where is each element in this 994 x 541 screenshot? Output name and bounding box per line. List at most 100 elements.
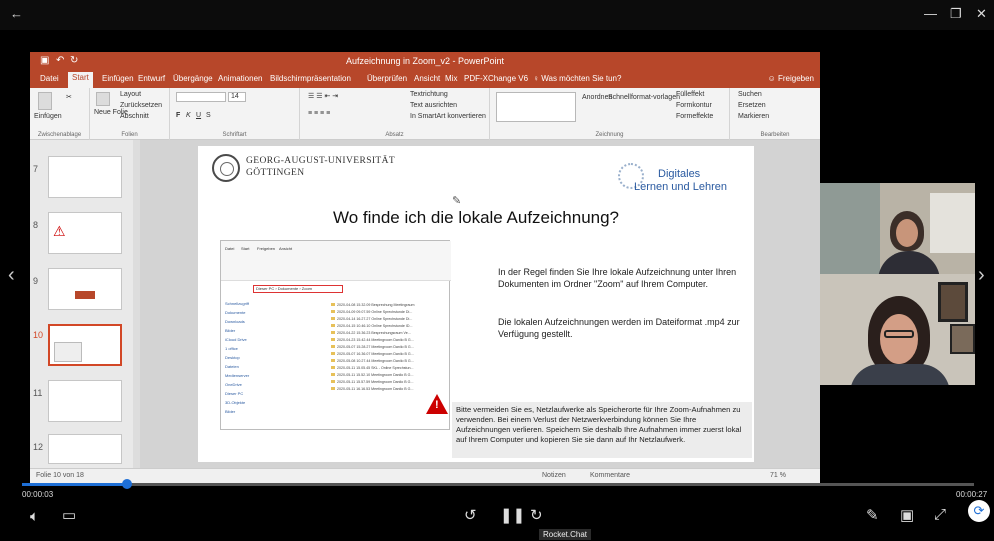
info-paragraph-2: Die lokalen Aufzeichnungen werden im Dat… xyxy=(498,317,740,339)
explorer-tab: Start xyxy=(241,246,250,251)
font-size-value: 14 xyxy=(231,93,239,100)
replace-label: Ersetzen xyxy=(738,102,766,109)
shape-outline-label: Formkontur xyxy=(676,102,712,109)
window-titlebar: ← — ❐ ✕ xyxy=(0,0,994,30)
pause-icon[interactable]: ❚❚ xyxy=(500,506,525,524)
slide-thumbnails: 7 8 ⚠ 9 10 11 12 xyxy=(30,140,140,468)
tooltip-rocketchat: Rocket.Chat xyxy=(539,529,592,540)
group-clipboard: Einfügen ✂ Zwischenablage xyxy=(30,88,90,140)
thumb-graphic xyxy=(54,342,82,362)
explorer-file-row: 2020-05-07 15.28.27 Meetingroom Danilo B… xyxy=(331,345,449,350)
explorer-tab: Freigeben xyxy=(257,246,276,251)
volume-icon[interactable]: 🔈︎ xyxy=(30,508,39,525)
slide-thumbnail: ⚠ xyxy=(48,212,122,254)
explorer-nav-item: Dokumente xyxy=(225,310,246,315)
wall-picture xyxy=(950,324,975,354)
explorer-nav-item: OneDrive xyxy=(225,382,242,387)
subtitles-icon[interactable]: ▭ xyxy=(62,506,76,524)
slide-canvas: GEORG-AUGUST-UNIVERSITÄT GÖTTINGEN Digit… xyxy=(140,140,820,468)
group-paragraph: ☰ ☰ ⇤ ⇥ ≡ ≡ ≡ ≡ Textrichtung Text ausric… xyxy=(300,88,490,140)
quick-styles-label: Schnellformat-vorlagen xyxy=(608,94,680,101)
tab-praesentation: Bildschirmpräsentation xyxy=(270,74,351,83)
seek-handle[interactable] xyxy=(121,479,132,489)
edit-pen-icon[interactable]: ✎ xyxy=(866,506,879,524)
explorer-file-row: 2020-05-11 16.16.53 Meetingroom Danilo B… xyxy=(331,387,449,392)
seek-bar[interactable] xyxy=(22,483,974,486)
underline-button: U xyxy=(196,112,202,119)
explorer-nav-item: Medienserver xyxy=(225,373,250,378)
fullscreen-icon[interactable]: ⤢ xyxy=(934,506,946,523)
explorer-nav-item: Schnellzugriff xyxy=(225,301,249,306)
warning-text: Bitte vermeiden Sie es, Netzlaufwerke al… xyxy=(456,405,742,444)
lightbulb-icon: ♀ xyxy=(533,74,542,83)
tab-start: Start xyxy=(68,72,93,88)
tab-uebergaenge: Übergänge xyxy=(173,74,213,83)
tab-ueberpruefen: Überprüfen xyxy=(367,74,408,83)
powerpoint-window: ▣ ↶ ↻ Aufzeichnung in Zoom_v2 - PowerPoi… xyxy=(30,52,820,484)
slide-thumbnail xyxy=(48,268,122,310)
layout-label: Layout xyxy=(120,91,142,98)
explorer-file-row: 2020-04-22 15.36.23 Besprechungsraum Ve.… xyxy=(331,331,449,336)
maximize-button[interactable]: ❐ xyxy=(950,6,962,22)
slide: GEORG-AUGUST-UNIVERSITÄT GÖTTINGEN Digit… xyxy=(198,146,754,462)
wall-picture xyxy=(938,282,968,322)
slide-counter: Folie 10 von 18 xyxy=(36,472,84,479)
explorer-file-row: 2020-05-11 15.52.10 Meetingroom Danilo B… xyxy=(331,373,449,378)
rocketchat-icon[interactable]: ⟳ xyxy=(968,500,990,522)
select-label: Markieren xyxy=(738,113,770,120)
group-label-drawing: Zeichnung xyxy=(595,132,624,138)
explorer-tab: Datei xyxy=(225,246,235,251)
person-body xyxy=(878,251,940,274)
bold-button: F xyxy=(176,112,181,119)
seek-bar-fill xyxy=(22,483,127,486)
minimize-button[interactable]: — xyxy=(924,6,937,21)
font-name-box xyxy=(176,92,226,102)
ribbon: Einfügen ✂ Zwischenablage Neue Folie Lay… xyxy=(30,88,820,140)
miniplayer-icon[interactable]: ▣ xyxy=(900,506,914,524)
explorer-nav-item: Downloads xyxy=(225,319,245,324)
group-label-edit: Bearbeiten xyxy=(760,132,790,138)
shape-effects-label: Formeffekte xyxy=(676,113,714,120)
explorer-nav-item: Dieser PC xyxy=(225,391,244,396)
explorer-address-bar: Dieser PC › Dokumente › Zoom xyxy=(253,285,343,293)
font-size-box: 14 xyxy=(228,92,246,102)
webcam-participant-1 xyxy=(820,183,975,274)
university-city: GÖTTINGEN xyxy=(246,168,305,178)
university-name: GEORG-AUGUST-UNIVERSITÄT xyxy=(246,156,396,166)
comments-button: Kommentare xyxy=(590,472,631,479)
group-label-clipboard: Zwischenablage xyxy=(37,132,82,138)
explorer-nav-item: 1 office xyxy=(225,346,238,351)
forward-30-icon[interactable]: ↻ xyxy=(530,506,543,524)
thumb-number: 11 xyxy=(33,388,43,398)
explorer-nav-item: Bilder xyxy=(225,328,236,333)
zoom-level: 71 % xyxy=(770,472,786,479)
strike-button: S xyxy=(206,112,211,119)
tell-me-label: Was möchten Sie tun? xyxy=(541,74,622,83)
group-label-font: Schriftart xyxy=(222,132,247,138)
paste-label: Einfügen xyxy=(34,113,62,120)
previous-arrow-icon[interactable]: ‹ xyxy=(8,264,15,287)
close-button[interactable]: ✕ xyxy=(976,6,987,22)
player-controls: 🔈︎ ▭ ↺ ❚❚ ↻ ✎ ▣ ⤢ xyxy=(0,498,994,541)
tab-ansicht: Ansicht xyxy=(414,74,441,83)
ppt-statusbar: Folie 10 von 18 Notizen Kommentare 71 % xyxy=(30,468,820,484)
next-arrow-icon[interactable]: › xyxy=(978,264,985,287)
align-icons: ≡ ≡ ≡ ≡ xyxy=(308,110,331,117)
slide-thumbnail-selected xyxy=(48,324,122,366)
dll-logo-line1: Digitales xyxy=(658,168,701,180)
text-direction-label: Textrichtung xyxy=(410,91,448,98)
rewind-10-icon[interactable]: ↺ xyxy=(464,506,477,524)
cut-icon: ✂ xyxy=(66,94,72,101)
back-icon[interactable]: ← xyxy=(10,6,23,21)
info-paragraph-1: In der Regel finden Sie Ihre lokale Aufz… xyxy=(498,267,737,289)
slide-title: Wo finde ich die lokale Aufzeichnung? xyxy=(332,208,620,227)
explorer-file-row: 2020-05-11 15.57.59 Meetingroom Danilo B… xyxy=(331,380,449,385)
thumb-number: 9 xyxy=(33,276,39,286)
person-face xyxy=(896,219,918,247)
explorer-file-row: 2020-04-23 15.42.44 Meetingroom Danilo B… xyxy=(331,338,449,343)
group-edit: Suchen Ersetzen Markieren Bearbeiten xyxy=(730,88,820,140)
shapes-gallery xyxy=(496,92,576,122)
explorer-file-row: 2020-05-07 16.36.07 Meetingroom Danilo B… xyxy=(331,352,449,357)
ppt-title: Aufzeichnung in Zoom_v2 - PowerPoint xyxy=(345,56,505,66)
share-label: Freigeben xyxy=(777,74,814,83)
